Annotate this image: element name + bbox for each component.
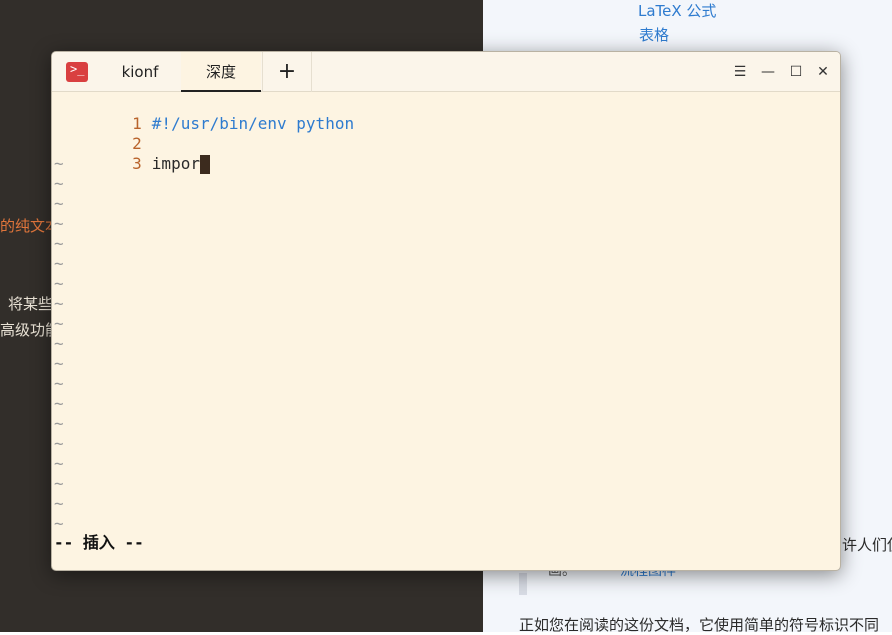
tilde-marker: ~ — [54, 174, 64, 193]
tilde-marker: ~ — [54, 294, 64, 313]
add-tab-button[interactable]: + — [262, 52, 312, 92]
text-cursor — [199, 155, 210, 174]
tilde-marker: ~ — [54, 394, 64, 413]
tilde-marker: ~ — [54, 474, 64, 493]
terminal-titlebar[interactable]: >_ kionf 深度 + ☰ — ☐ ✕ — [52, 52, 840, 92]
tilde-marker: ~ — [54, 454, 64, 473]
vim-mode-status: -- 插入 -- — [54, 533, 144, 552]
line-number: 3 — [132, 154, 142, 173]
code-line: 2 — [52, 114, 152, 153]
code-text: impor — [151, 154, 200, 173]
code-line: 3 impor — [52, 134, 210, 174]
tab-kionf[interactable]: kionf — [100, 52, 180, 92]
right-doc-partial-text: 许人们使 — [842, 536, 892, 554]
tilde-marker: ~ — [54, 214, 64, 233]
tilde-marker: ~ — [54, 354, 64, 373]
blockquote-bar — [519, 573, 527, 595]
tab-shendu[interactable]: 深度 — [181, 52, 261, 92]
tilde-marker: ~ — [54, 314, 64, 333]
tilde-marker: ~ — [54, 514, 64, 533]
tilde-marker: ~ — [54, 234, 64, 253]
vim-editor-area[interactable]: 1 #!/usr/bin/env python 2 3 impor ~ ~ ~ ~ ~ ~ ~ ~… — [52, 92, 840, 570]
tilde-marker: ~ — [54, 334, 64, 353]
tilde-marker: ~ — [54, 434, 64, 453]
left-doc-text-2: 将某些 — [8, 295, 54, 313]
tilde-marker: ~ — [54, 194, 64, 213]
menu-icon[interactable]: ☰ — [732, 64, 748, 80]
minimize-icon[interactable]: — — [760, 64, 776, 80]
code-text: #!/usr/bin/env python — [151, 114, 355, 133]
terminal-app-icon: >_ — [66, 62, 88, 82]
tilde-marker: ~ — [54, 374, 64, 393]
maximize-icon[interactable]: ☐ — [788, 64, 804, 80]
tilde-marker: ~ — [54, 274, 64, 293]
tilde-marker: ~ — [54, 154, 64, 173]
tilde-marker: ~ — [54, 414, 64, 433]
tilde-marker: ~ — [54, 494, 64, 513]
code-line: 1 #!/usr/bin/env python — [52, 94, 354, 133]
tilde-marker: ~ — [54, 254, 64, 273]
terminal-window: >_ kionf 深度 + ☰ — ☐ ✕ 1 #!/usr/bin/env py… — [51, 51, 841, 571]
close-icon[interactable]: ✕ — [815, 64, 831, 80]
toc-link-latex[interactable]: LaTeX 公式 — [638, 0, 716, 21]
toc-link-table[interactable]: 表格 — [639, 24, 669, 45]
